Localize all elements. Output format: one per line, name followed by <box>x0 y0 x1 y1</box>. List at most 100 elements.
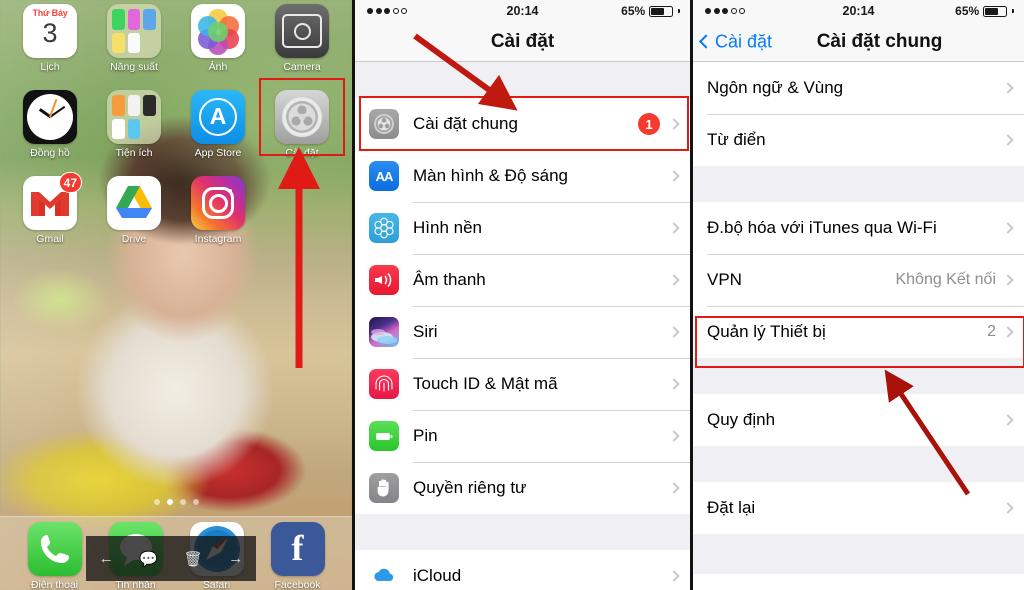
mini-icon <box>127 118 141 139</box>
settings-row-man-hinh-do-sang[interactable]: AA Màn hình & Độ sáng <box>355 150 690 202</box>
dock-overlay-toolbar[interactable]: ← 💬 🗑 → <box>86 536 256 581</box>
row-label: Hình nền <box>413 218 482 237</box>
app-instagram[interactable]: Instagram <box>182 176 254 256</box>
mini-icon <box>112 95 125 116</box>
app-tien-ich-folder[interactable]: Tiện ích <box>98 90 170 170</box>
row-label: VPN <box>707 270 742 289</box>
row-value: 2 <box>987 323 996 340</box>
siri-icon <box>369 317 399 347</box>
chevron-right-icon <box>1002 502 1014 514</box>
display-aa-icon: AA <box>369 161 399 191</box>
mini-icon <box>143 33 156 54</box>
app-anh[interactable]: Ảnh <box>182 4 254 84</box>
calendar-date: 3 <box>42 18 58 48</box>
app-label: App Store <box>194 147 242 159</box>
row-label: Từ điển <box>707 130 766 149</box>
camera-icon <box>275 4 329 58</box>
general-row-ngon-ngu-vung[interactable]: Ngôn ngữ & Vùng <box>693 62 1024 114</box>
general-row-itunes-wifi-sync[interactable]: Đ.bộ hóa với iTunes qua Wi-Fi <box>693 202 1024 254</box>
general-row-dat-lai[interactable]: Đặt lại <box>693 482 1024 534</box>
app-drive[interactable]: Drive <box>98 176 170 256</box>
app-lich[interactable]: Thứ Bảy 3 Lịch <box>14 4 86 84</box>
list-section-gap <box>693 446 1024 482</box>
list-section-gap <box>355 514 690 550</box>
row-label: Âm thanh <box>413 270 486 289</box>
instagram-icon <box>191 176 245 230</box>
general-row-vpn[interactable]: VPN Không Kết nối <box>693 254 1024 306</box>
app-label: Năng suất <box>110 61 158 73</box>
page-dot-active <box>166 499 173 505</box>
settings-app-screen: 20:14 65% Cài đặt Cài đặt chung 1 AA Màn… <box>352 0 690 590</box>
mini-icon <box>127 32 141 53</box>
back-button[interactable]: Cài đặt <box>698 31 772 52</box>
app-label: Drive <box>121 233 147 245</box>
row-label: Pin <box>413 426 438 445</box>
general-navbar: Cài đặt Cài đặt chung <box>693 22 1024 62</box>
dock-app-facebook[interactable]: f Facebook <box>262 522 334 590</box>
clock-icon <box>23 90 77 144</box>
chevron-right-icon <box>668 570 680 582</box>
settings-row-hinh-nen[interactable]: Hình nền <box>355 202 690 254</box>
settings-row-am-thanh[interactable]: Âm thanh <box>355 254 690 306</box>
settings-list[interactable]: Cài đặt chung 1 AA Màn hình & Độ sáng Hì… <box>355 62 690 590</box>
settings-row-pin[interactable]: Pin <box>355 410 690 462</box>
row-label: Ngôn ngữ & Vùng <box>707 78 844 97</box>
list-section-gap <box>355 62 690 98</box>
general-row-quy-dinh[interactable]: Quy định <box>693 394 1024 446</box>
app-nang-suat-folder[interactable]: Năng suất <box>98 4 170 84</box>
app-label: Instagram <box>194 233 242 245</box>
trash-icon[interactable]: 🗑 <box>184 550 203 568</box>
folder-icon <box>107 90 161 144</box>
settings-row-touch-id[interactable]: Touch ID & Mật mã <box>355 358 690 410</box>
settings-row-siri[interactable]: Siri <box>355 306 690 358</box>
app-app-store[interactable]: A App Store <box>182 90 254 170</box>
page-title: Cài đặt <box>490 30 555 52</box>
message-icon[interactable]: 💬 <box>139 550 158 568</box>
icloud-icon <box>369 561 399 590</box>
row-label: Touch ID & Mật mã <box>413 374 558 393</box>
settings-row-cai-dat-chung[interactable]: Cài đặt chung 1 <box>355 98 690 150</box>
app-dong-ho[interactable]: Đồng hồ <box>14 90 86 170</box>
chevron-right-icon <box>668 118 680 130</box>
settings-row-quyen-rieng-tu[interactable]: Quyền riêng tư <box>355 462 690 514</box>
mini-icon <box>143 9 156 30</box>
chevron-right-icon <box>1002 326 1014 338</box>
row-label: Cài đặt chung <box>413 114 518 133</box>
battery-icon <box>369 421 399 451</box>
page-title: Cài đặt chung <box>816 30 943 52</box>
status-time: 20:14 <box>842 4 875 18</box>
settings-row-icloud[interactable]: iCloud <box>355 550 690 590</box>
chevron-right-icon <box>668 482 680 494</box>
general-row-tu-dien[interactable]: Từ điển <box>693 114 1024 166</box>
wallpaper-flower-icon <box>369 213 399 243</box>
screenshot-root: Thứ Bảy 3 Lịch Năng suất Ảnh Camera Đồng… <box>0 0 1024 590</box>
app-camera[interactable]: Camera <box>266 4 338 84</box>
calendar-weekday: Thứ Bảy <box>32 8 68 18</box>
mini-icon <box>127 95 141 116</box>
page-indicator <box>0 499 352 505</box>
list-section-gap <box>693 358 1024 394</box>
forward-arrow-icon[interactable]: → <box>228 550 243 567</box>
list-section-gap <box>693 166 1024 202</box>
chevron-right-icon <box>1002 82 1014 94</box>
status-time: 20:14 <box>506 4 539 18</box>
app-gmail[interactable]: 47 Gmail <box>14 172 86 256</box>
mini-icon <box>112 118 125 139</box>
row-label: Quản lý Thiết bị <box>707 322 826 341</box>
app-label: Facebook <box>274 579 321 590</box>
page-dot <box>153 499 160 505</box>
app-store-icon: A <box>191 90 245 144</box>
settings-navbar: Cài đặt <box>355 22 690 62</box>
app-label: Đồng hồ <box>30 147 70 159</box>
chevron-right-icon <box>668 430 680 442</box>
general-row-quan-ly-thiet-bi[interactable]: Quản lý Thiết bị 2 <box>693 306 1024 358</box>
chevron-right-icon <box>1002 222 1014 234</box>
google-drive-icon <box>107 176 161 230</box>
app-label: Ảnh <box>208 61 228 73</box>
home-row-3: 47 Gmail Drive Instagram <box>14 172 338 256</box>
general-list[interactable]: Ngôn ngữ & Vùng Từ điển Đ.bộ hóa với iTu… <box>693 62 1024 574</box>
sound-speaker-icon <box>369 265 399 295</box>
chevron-right-icon <box>668 222 680 234</box>
dock-app-dien-thoai[interactable]: Điện thoại <box>19 522 91 590</box>
back-arrow-icon[interactable]: ← <box>99 550 114 567</box>
